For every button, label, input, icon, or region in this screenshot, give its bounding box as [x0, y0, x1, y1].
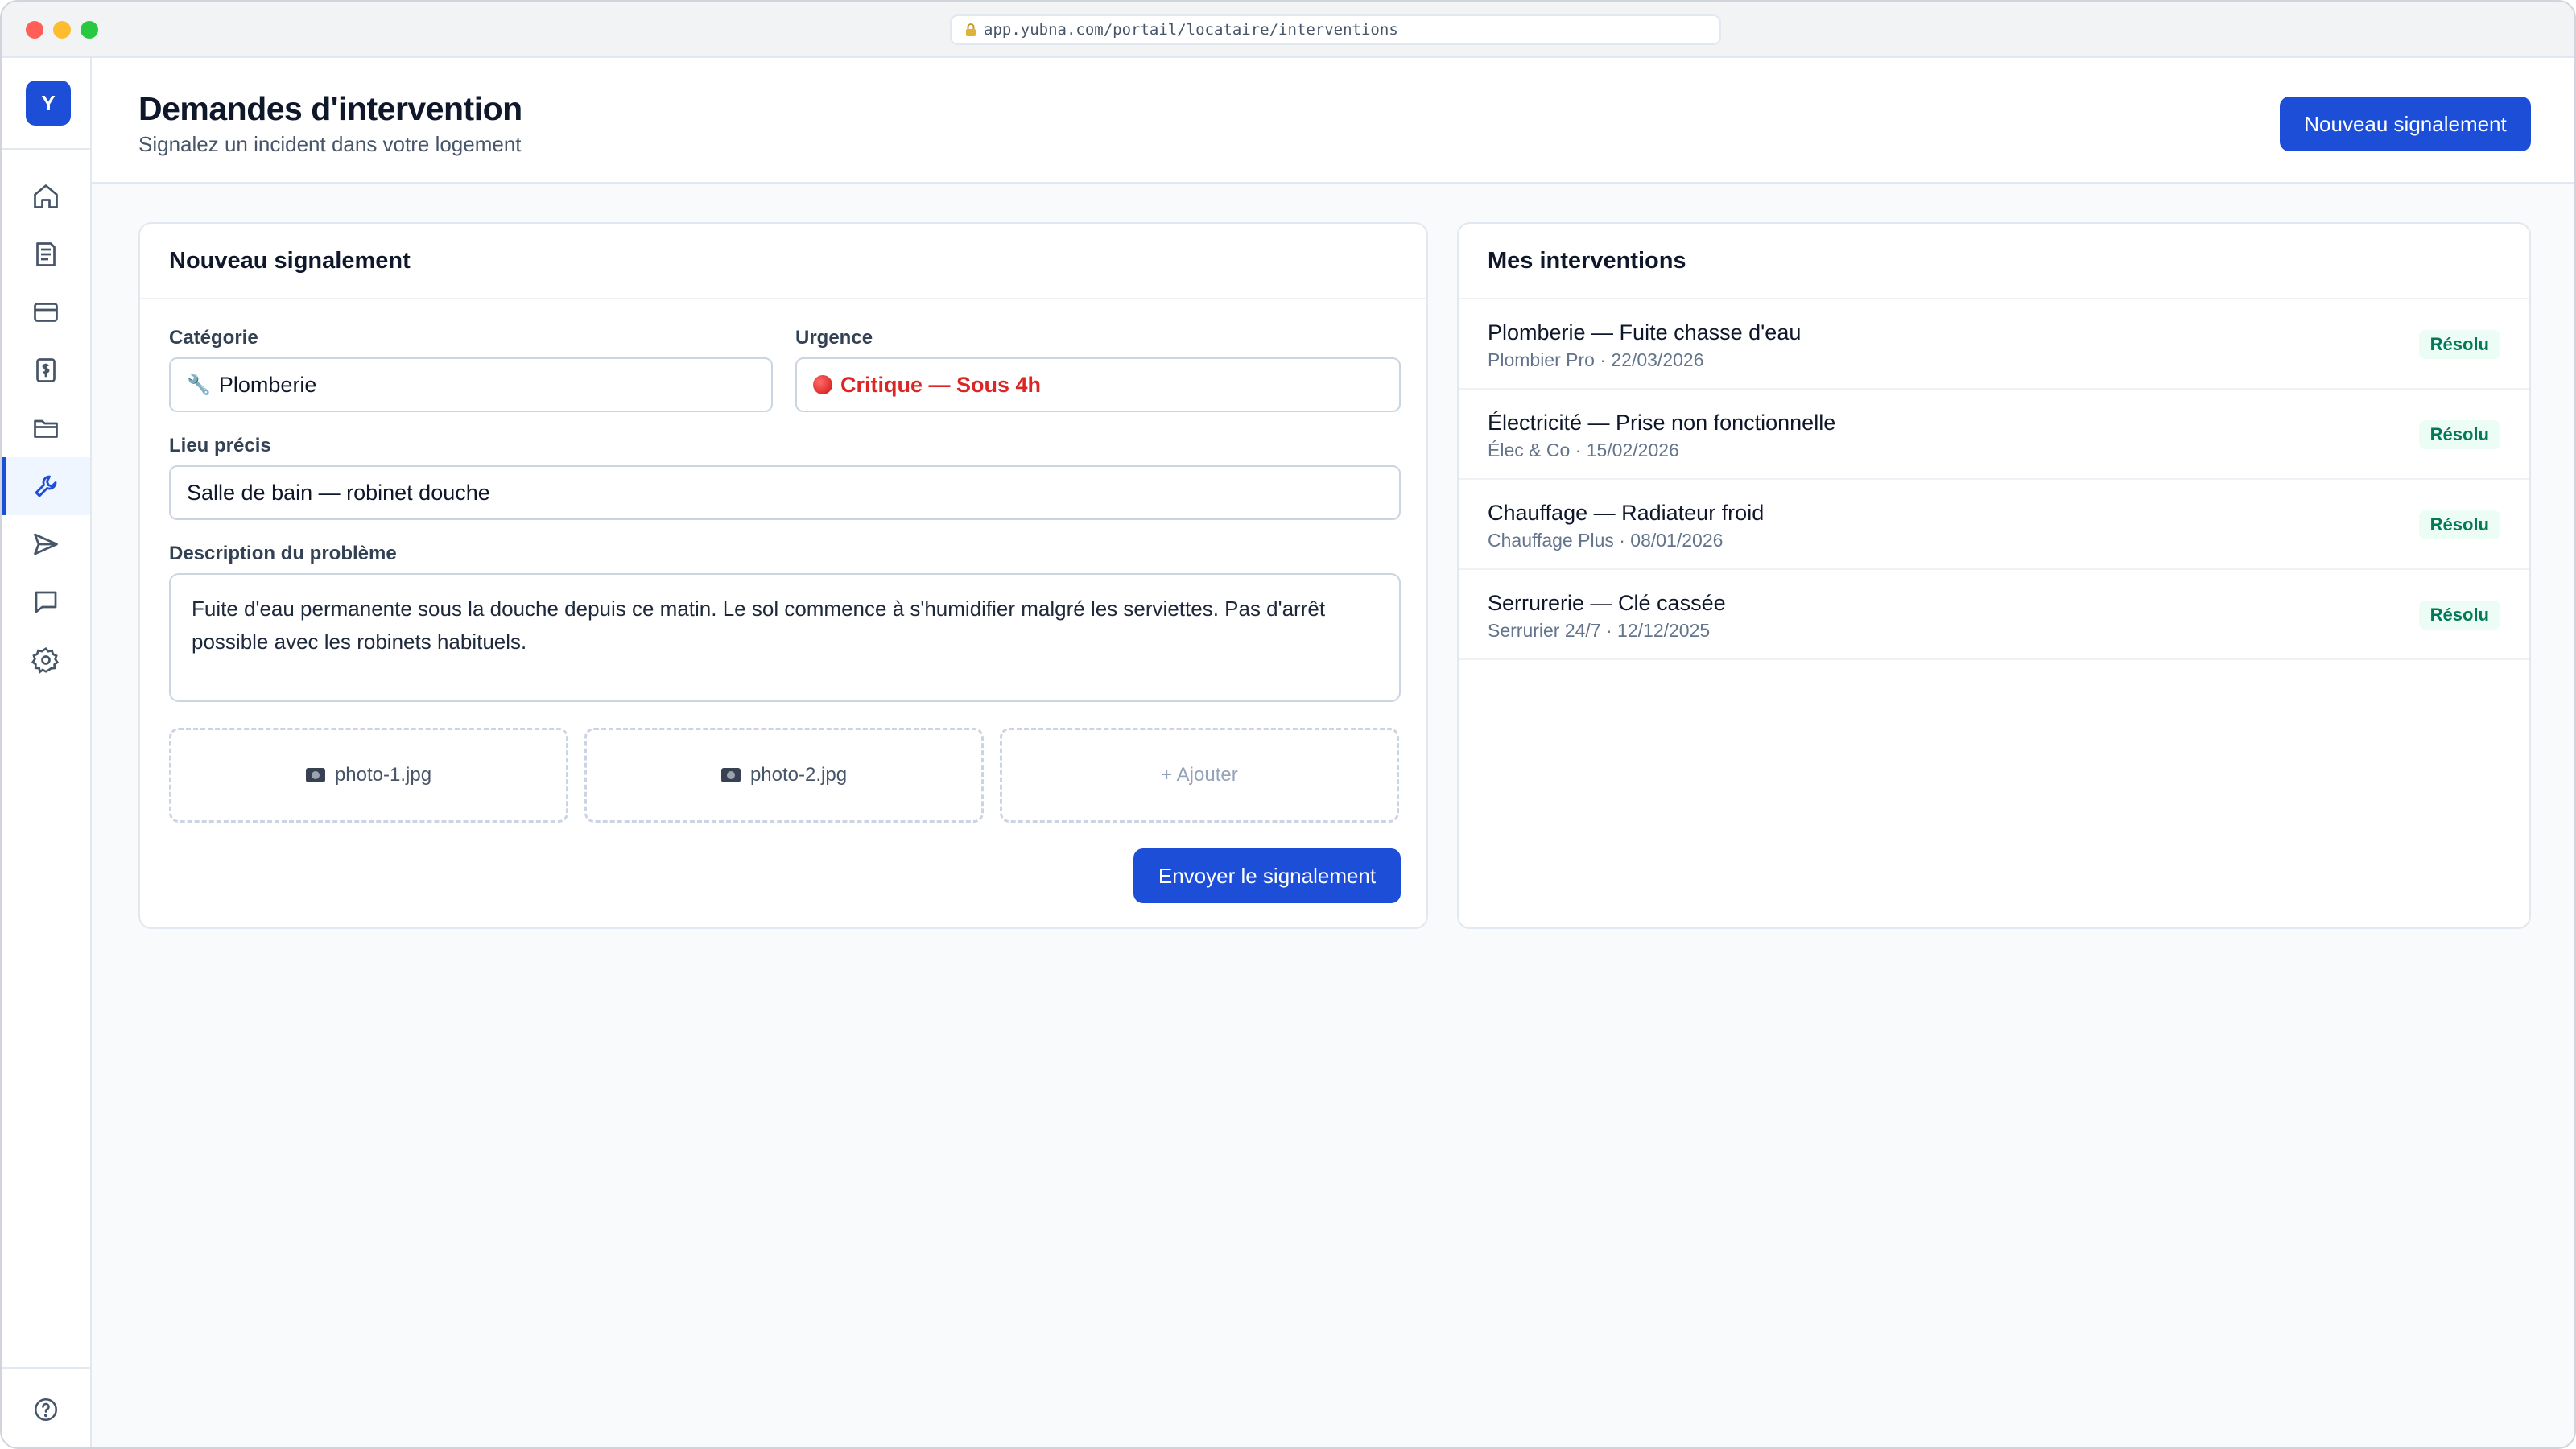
category-value: Plomberie: [218, 372, 317, 397]
status-badge: Résolu: [2418, 420, 2500, 449]
page-header: Demandes d'intervention Signalez un inci…: [92, 58, 2574, 184]
message-icon: [35, 591, 57, 613]
wrench-icon: [35, 475, 57, 497]
nav-send[interactable]: [2, 515, 90, 573]
intervention-row[interactable]: Chauffage — Radiateur froid Chauffage Pl…: [1459, 480, 2529, 570]
urgency-select[interactable]: Critique — Sous 4h: [795, 357, 1401, 412]
status-badge: Résolu: [2418, 601, 2500, 630]
home-icon: [34, 184, 58, 208]
intervention-meta: Chauffage Plus · 08/01/2026: [1488, 530, 1724, 551]
intervention-row[interactable]: Serrurerie — Clé cassée Serrurier 24/7 ·…: [1459, 570, 2529, 660]
receipt-icon: [36, 358, 56, 382]
wrench-emoji-icon: 🔧: [187, 374, 211, 396]
sidebar-footer: [2, 1367, 90, 1447]
submit-report-button[interactable]: Envoyer le signalement: [1133, 848, 1401, 903]
nav-payments[interactable]: [2, 283, 90, 341]
page-subtitle: Signalez un incident dans votre logement: [138, 132, 522, 156]
document-icon: [36, 242, 56, 266]
nav-settings[interactable]: [2, 631, 90, 689]
send-icon: [34, 533, 58, 555]
intervention-meta: Élec & Co · 15/02/2026: [1488, 440, 1679, 460]
form-card-title: Nouveau signalement: [140, 224, 1426, 299]
location-input[interactable]: Salle de bain — robinet douche: [169, 465, 1401, 520]
brand-area: Y: [2, 58, 90, 150]
intervention-row[interactable]: Plomberie — Fuite chasse d'eau Plombier …: [1459, 299, 2529, 390]
credit-card-icon: [34, 303, 58, 322]
page-title: Demandes d'intervention: [138, 90, 522, 127]
folder-icon: [34, 419, 58, 438]
help-icon[interactable]: [32, 1396, 60, 1423]
address-bar[interactable]: app.yubna.com/portail/locataire/interven…: [950, 14, 1721, 45]
nav-home[interactable]: [2, 167, 90, 225]
browser-window: app.yubna.com/portail/locataire/interven…: [0, 0, 2576, 1449]
intervention-title: Serrurerie — Clé cassée: [1488, 591, 1726, 615]
new-report-button[interactable]: Nouveau signalement: [2280, 97, 2531, 151]
description-textarea[interactable]: Fuite d'eau permanente sous la douche de…: [169, 573, 1401, 702]
attachment-1[interactable]: photo-1.jpg: [169, 728, 568, 823]
brand-logo[interactable]: Y: [26, 80, 71, 126]
browser-titlebar: app.yubna.com/portail/locataire/interven…: [2, 2, 2574, 58]
intervention-row[interactable]: Électricité — Prise non fonctionnelle Él…: [1459, 390, 2529, 480]
intervention-title: Plomberie — Fuite chasse d'eau: [1488, 320, 1802, 345]
interventions-card-title: Mes interventions: [1459, 224, 2529, 299]
settings-icon: [31, 646, 60, 675]
address-url: app.yubna.com/portail/locataire/interven…: [984, 21, 1398, 39]
close-window-button[interactable]: [26, 21, 43, 39]
intervention-title: Électricité — Prise non fonctionnelle: [1488, 411, 1836, 435]
nav-billing[interactable]: [2, 341, 90, 399]
attachment-filename: photo-2.jpg: [749, 764, 848, 786]
attachment-filename: photo-1.jpg: [334, 764, 432, 786]
description-label: Description du problème: [169, 543, 397, 564]
nav-interventions[interactable]: [2, 457, 90, 515]
urgency-label: Urgence: [795, 327, 873, 349]
sidebar: Y: [2, 58, 92, 1447]
status-badge: Résolu: [2418, 510, 2500, 539]
camera-icon: [305, 768, 325, 782]
red-circle-icon: [813, 375, 832, 394]
camera-icon: [720, 768, 741, 782]
category-select[interactable]: 🔧 Plomberie: [169, 357, 773, 412]
lock-icon: [964, 23, 977, 37]
maximize-window-button[interactable]: [80, 21, 98, 39]
intervention-meta: Plombier Pro · 22/03/2026: [1488, 349, 1704, 370]
nav-messages[interactable]: [2, 573, 90, 631]
attachment-2[interactable]: photo-2.jpg: [584, 728, 984, 823]
category-label: Catégorie: [169, 327, 258, 349]
intervention-meta: Serrurier 24/7 · 12/12/2025: [1488, 620, 1711, 641]
nav-files[interactable]: [2, 399, 90, 457]
location-label: Lieu précis: [169, 435, 271, 456]
status-badge: Résolu: [2418, 330, 2500, 359]
add-attachment-button[interactable]: + Ajouter: [1000, 728, 1399, 823]
new-report-card: Nouveau signalement Catégorie 🔧 Plomberi…: [138, 222, 1428, 929]
interventions-card: Mes interventions Plomberie — Fuite chas…: [1457, 222, 2531, 929]
minimize-window-button[interactable]: [53, 21, 71, 39]
intervention-title: Chauffage — Radiateur froid: [1488, 501, 1765, 525]
nav-documents[interactable]: [2, 225, 90, 283]
urgency-value: Critique — Sous 4h: [840, 372, 1042, 397]
